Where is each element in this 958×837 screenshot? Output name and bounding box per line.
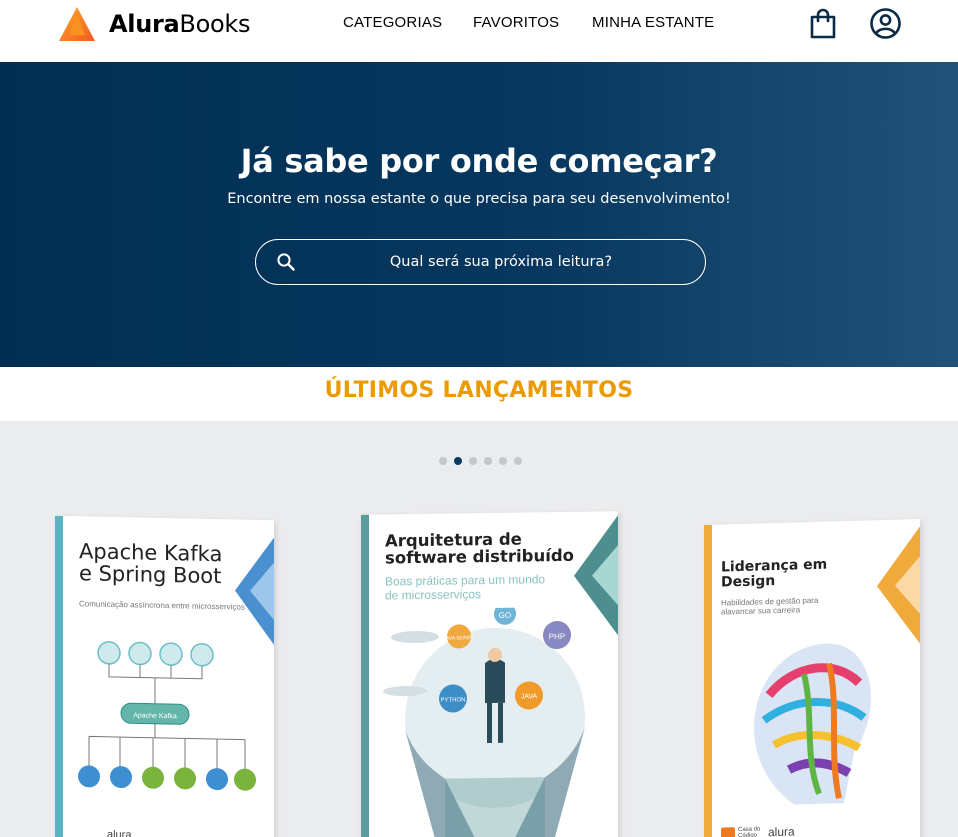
svg-text:JAVA: JAVA: [521, 693, 538, 700]
search-box: [255, 239, 706, 285]
carousel-dot[interactable]: [484, 457, 492, 465]
carousel-dots: [439, 457, 522, 465]
book-spine-stripe: [55, 515, 63, 837]
cover-corner-shape: [235, 536, 274, 647]
hero-subtitle: Encontre em nossa estante o que precisa …: [227, 191, 731, 207]
book-cover-arquitetura[interactable]: Arquitetura de software distribuído Boas…: [361, 511, 618, 837]
svg-text:JAVA SCRIPT: JAVA SCRIPT: [443, 635, 474, 641]
bag-icon[interactable]: [809, 8, 837, 44]
colorful-head-illustration: [754, 643, 871, 805]
svg-text:PHP: PHP: [549, 632, 565, 641]
releases-title: ÚLTIMOS LANÇAMENTOS: [324, 378, 634, 403]
carousel-dot[interactable]: [499, 457, 507, 465]
publisher-logo-icon: [721, 827, 735, 837]
book-cover-apache-kafka[interactable]: Apache Kafka e Spring Boot Comunicação a…: [55, 515, 274, 837]
book-subtitle: Habilidades de gestão para alavancar sua…: [721, 595, 819, 617]
book-spine-stripe: [704, 524, 712, 837]
user-icon[interactable]: [869, 7, 902, 44]
book-subtitle: Comunicação assíncrona entre microsservi…: [79, 599, 245, 612]
nav-minha-estante[interactable]: MINHA ESTANTE: [592, 14, 714, 31]
book-publisher-cdc: Casa do Código: [738, 826, 761, 837]
carousel-dot[interactable]: [469, 457, 477, 465]
hero-banner: Já sabe por onde começar? Encontre em no…: [0, 62, 958, 367]
search-input[interactable]: [316, 240, 686, 284]
svg-text:PYTHON: PYTHON: [440, 697, 465, 703]
releases-carousel: Apache Kafka e Spring Boot Comunicação a…: [0, 421, 958, 837]
book-subtitle: Boas práticas para um mundo de microsser…: [385, 572, 546, 603]
carousel-dot-active[interactable]: [454, 457, 462, 465]
book-cover-lideranca-design[interactable]: Liderança em Design Habilidades de gestã…: [704, 518, 920, 837]
architecture-illustration: GO JAVA SCRIPT PHP PYTHON JAVA: [383, 606, 585, 837]
nav-categorias[interactable]: CATEGORIAS: [343, 14, 442, 31]
brand-name: AluraBooks: [109, 10, 251, 38]
nav-favoritos[interactable]: FAVORITOS: [473, 14, 559, 31]
svg-text:GO: GO: [499, 611, 511, 620]
carousel-dot[interactable]: [439, 457, 447, 465]
search-icon[interactable]: [276, 252, 296, 276]
alura-logo-icon: [59, 7, 95, 41]
carousel-dot[interactable]: [514, 457, 522, 465]
book-title: Apache Kafka e Spring Boot: [79, 539, 223, 589]
brand-logo[interactable]: AluraBooks: [58, 4, 250, 44]
book-title: Liderança em Design: [721, 556, 828, 591]
book-title: Arquitetura de software distribuído: [385, 529, 575, 568]
book-publisher: alura: [768, 824, 795, 837]
book-spine-stripe: [361, 514, 369, 837]
svg-text:Apache Kafka: Apache Kafka: [133, 712, 177, 720]
hero-title: Já sabe por onde começar?: [240, 142, 718, 180]
cover-corner-shape: [877, 524, 920, 645]
book-publisher: alura: [107, 828, 132, 837]
kafka-diagram-illustration: Apache Kafka: [78, 641, 256, 791]
site-header: AluraBooks CATEGORIAS FAVORITOS MINHA ES…: [0, 0, 958, 62]
